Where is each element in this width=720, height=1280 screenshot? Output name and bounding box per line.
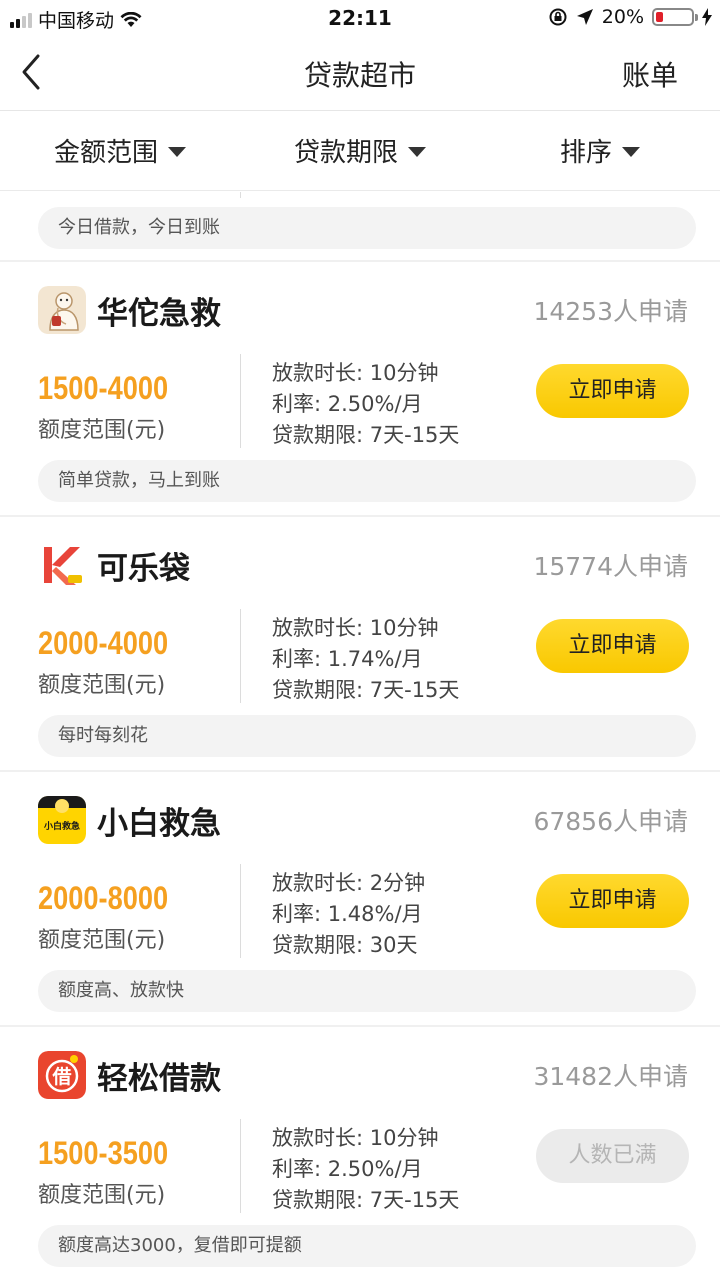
- filter-label: 贷款期限: [293, 138, 398, 168]
- divider: [240, 864, 241, 958]
- apply-button[interactable]: 立即申请: [536, 364, 689, 418]
- apply-button-disabled[interactable]: 人数已满: [536, 1129, 689, 1183]
- product-tag: 额度高、放款快: [38, 970, 696, 1012]
- product-card[interactable]: 华佗急救 14253人申请 1500-4000 额度范围(元) 放款时长: 10…: [0, 262, 720, 517]
- amount-range: 2000-8000: [38, 880, 169, 916]
- svg-text:借: 借: [51, 1065, 71, 1088]
- amount-range: 2000-4000: [38, 625, 169, 661]
- caret-down-icon: [622, 146, 640, 157]
- status-bar: 中国移动 22:11 20%: [0, 0, 720, 36]
- battery-icon: [652, 8, 698, 26]
- product-list: 今日借款，今日到账 华佗急救 14253人申请 1500-4000 额度范围(元…: [0, 192, 720, 1280]
- apply-button[interactable]: 立即申请: [536, 619, 689, 673]
- product-tag: 简单贷款，马上到账: [38, 460, 696, 502]
- svg-text:小白救急: 小白救急: [43, 820, 80, 832]
- loan-info: 放款时长: 10分钟 利率: 2.50%/月 贷款期限: 7天-15天: [272, 358, 459, 451]
- payout-time: 放款时长: 10分钟: [272, 361, 439, 385]
- applicant-count: 67856人申请: [533, 807, 688, 836]
- caret-down-icon: [168, 146, 186, 157]
- nav-bar: 贷款超市 账单: [0, 36, 720, 111]
- location-arrow-icon: [576, 9, 593, 25]
- page-title: 贷款超市: [303, 59, 416, 92]
- amount-range-label: 额度范围(元): [38, 928, 166, 953]
- divider: [240, 354, 241, 448]
- filter-bar: 金额范围 贷款期限 排序: [0, 111, 720, 191]
- product-tag: 每时每刻花: [38, 715, 696, 757]
- product-tag: 额度高达3000，复借即可提额: [38, 1225, 696, 1267]
- divider: [240, 1119, 241, 1213]
- list-item-partial: 今日借款，今日到账: [0, 192, 720, 262]
- amount-range-label: 额度范围(元): [38, 673, 166, 698]
- product-card[interactable]: 小白救急 小白救急 67856人申请 2000-8000 额度范围(元) 放款时…: [0, 772, 720, 1027]
- interest-rate: 利率: 2.50%/月: [272, 392, 423, 416]
- product-name: 华佗急救: [97, 296, 221, 332]
- applicant-count: 31482人申请: [533, 1062, 688, 1091]
- interest-rate: 利率: 2.50%/月: [272, 1157, 423, 1181]
- filter-label: 金额范围: [53, 138, 158, 168]
- loan-term: 贷款期限: 7天-15天: [272, 1188, 460, 1212]
- applicant-count: 15774人申请: [533, 552, 688, 581]
- divider: [240, 609, 241, 703]
- amount-range-label: 额度范围(元): [38, 418, 166, 443]
- amount-range-label: 额度范围(元): [38, 1183, 166, 1208]
- amount-range: 1500-3500: [38, 1135, 169, 1171]
- divider: [240, 192, 241, 198]
- payout-time: 放款时长: 10分钟: [272, 1126, 439, 1150]
- product-name: 可乐袋: [97, 551, 190, 587]
- product-name: 小白救急: [97, 806, 221, 842]
- loan-info: 放款时长: 10分钟 利率: 2.50%/月 贷款期限: 7天-15天: [272, 1123, 459, 1216]
- filter-amount-range[interactable]: 金额范围: [0, 111, 240, 190]
- loan-term: 贷款期限: 7天-15天: [272, 678, 460, 702]
- product-name: 轻松借款: [97, 1061, 221, 1097]
- battery-percent: 20%: [601, 6, 644, 28]
- bill-button[interactable]: 账单: [622, 54, 678, 94]
- loan-term: 贷款期限: 7天-15天: [272, 423, 460, 447]
- amount-range: 1500-4000: [38, 370, 169, 406]
- loan-info: 放款时长: 2分钟 利率: 1.48%/月 贷款期限: 30天: [272, 868, 425, 961]
- filter-label: 排序: [559, 138, 612, 168]
- product-card[interactable]: 可乐袋 15774人申请 2000-4000 额度范围(元) 放款时长: 10分…: [0, 517, 720, 772]
- loan-info: 放款时长: 10分钟 利率: 1.74%/月 贷款期限: 7天-15天: [272, 613, 459, 706]
- applicant-count: 14253人申请: [533, 297, 688, 326]
- filter-sort[interactable]: 排序: [480, 111, 720, 190]
- payout-time: 放款时长: 10分钟: [272, 616, 439, 640]
- interest-rate: 利率: 1.48%/月: [272, 902, 423, 926]
- interest-rate: 利率: 1.74%/月: [272, 647, 423, 671]
- xiaobai-logo-icon: 小白救急: [38, 796, 86, 844]
- product-tag: 今日借款，今日到账: [38, 207, 696, 249]
- kele-logo-icon: [38, 541, 86, 589]
- rotation-lock-icon: [549, 8, 567, 26]
- payout-time: 放款时长: 2分钟: [272, 871, 426, 895]
- filter-loan-term[interactable]: 贷款期限: [240, 111, 480, 190]
- qingsong-logo-icon: 借: [38, 1051, 86, 1099]
- loan-term: 贷款期限: 30天: [272, 933, 418, 957]
- product-card[interactable]: 借 轻松借款 31482人申请 1500-3500 额度范围(元) 放款时长: …: [0, 1027, 720, 1280]
- charging-bolt-icon: [702, 8, 712, 26]
- caret-down-icon: [408, 146, 426, 157]
- apply-button[interactable]: 立即申请: [536, 874, 689, 928]
- huatuo-logo-icon: [38, 286, 86, 334]
